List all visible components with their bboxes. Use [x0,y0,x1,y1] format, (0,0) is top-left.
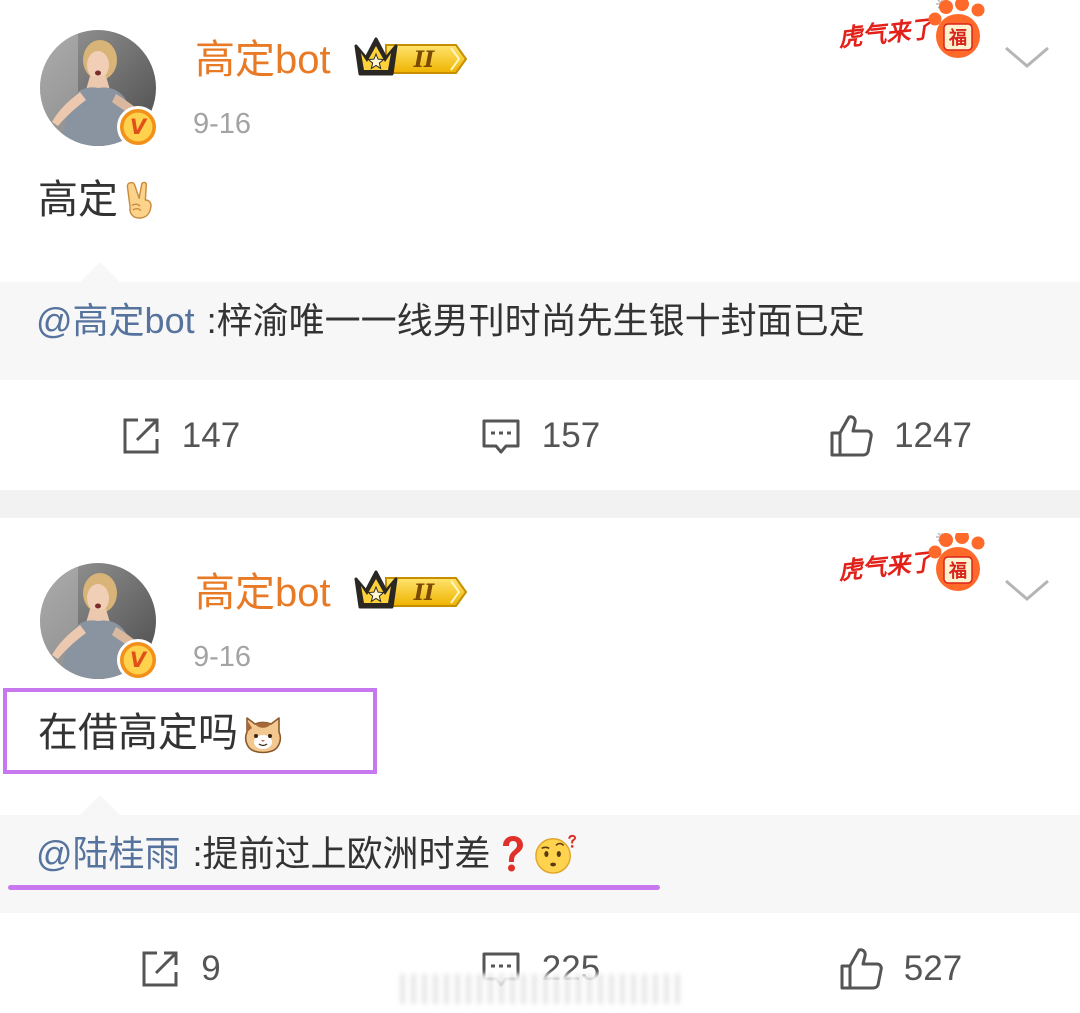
repost-block[interactable]: @陆桂雨 :提前过上欧洲时差 [0,815,1080,913]
sticker-seal: 福 [948,27,967,49]
like-button[interactable]: 1247 [720,392,1080,480]
share-icon [142,951,178,987]
card-sticker: 虎气来了 福 [835,533,985,591]
repost-block[interactable]: @高定bot :梓渝唯一一线男刊时尚先生银十封面已定 [0,282,1080,380]
post-separator [0,490,1080,518]
red-question-mark-icon [502,836,523,872]
highlight-box-annotation [3,688,377,774]
action-bar: 147 157 1247 [0,392,1080,480]
chevron-down-icon[interactable] [1003,577,1051,603]
verified-badge-icon: V [117,639,159,681]
sticker-seal: 福 [948,560,967,582]
sticker-text: 虎气来了 [837,14,938,52]
like-count: 527 [903,949,963,988]
like-count: 1247 [894,416,972,455]
member-badge[interactable]: II [352,569,470,615]
raised-eyebrow-face-icon [534,834,576,874]
repost-button[interactable]: 9 [0,925,360,1013]
like-button[interactable]: 527 [720,925,1080,1013]
comment-button[interactable]: 157 [360,392,720,480]
repost-text: :提前过上欧洲时差 [192,833,491,874]
username[interactable]: 高定bot [195,36,331,84]
share-icon [123,418,159,454]
victory-hand-icon [126,181,152,219]
post-date[interactable]: 9-16 [193,106,251,142]
underline-annotation [8,885,660,890]
member-level: II [413,47,435,73]
repost-mention-link[interactable]: @高定bot [36,300,195,342]
post-text: 高定 [38,176,158,224]
post-text-content: 高定 [38,178,118,222]
post-card: V 高定bot II 9-16 虎气来了 [0,533,1080,1013]
comment-icon [482,419,520,454]
member-badge[interactable]: II [352,36,470,82]
verified-badge-icon: V [117,106,159,148]
username[interactable]: 高定bot [195,569,331,617]
repost-count: 9 [201,949,221,988]
repost-count: 147 [181,416,241,455]
thumbs-up-icon [830,415,873,457]
repost-button[interactable]: 147 [0,392,360,480]
member-level: II [413,580,435,606]
sticker-text: 虎气来了 [837,547,938,585]
post-date[interactable]: 9-16 [193,639,251,675]
repost-notch [80,262,120,282]
watermark-blur [400,974,680,1004]
repost-notch [80,795,120,815]
thumbs-up-icon [840,948,883,990]
post-card: V 高定bot II 9-16 虎气来了 [0,0,1080,490]
repost-line: @高定bot :梓渝唯一一线男刊时尚先生银十封面已定 [36,300,865,342]
repost-line: @陆桂雨 :提前过上欧洲时差 [36,833,577,875]
chevron-down-icon[interactable] [1003,44,1051,70]
repost-text: :梓渝唯一一线男刊时尚先生银十封面已定 [206,300,865,341]
card-sticker: 虎气来了 福 [835,0,985,58]
comment-count: 157 [541,416,601,455]
repost-mention-link[interactable]: @陆桂雨 [36,833,181,875]
